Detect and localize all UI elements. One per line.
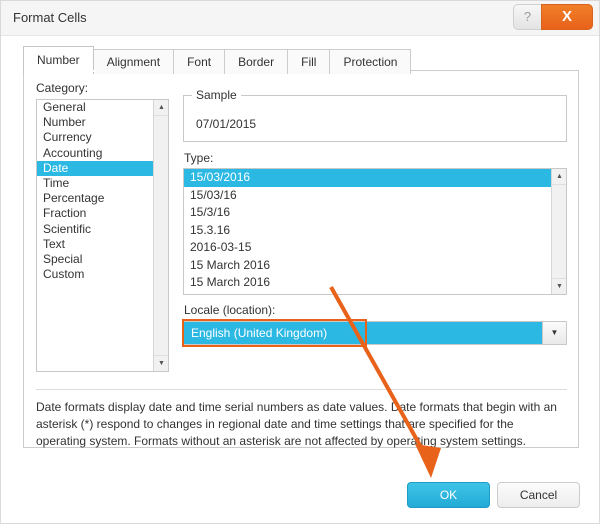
category-list: General Number Currency Accounting Date … (37, 100, 154, 282)
list-item-selected[interactable]: Date (37, 160, 154, 176)
scroll-up-icon[interactable]: ▲ (552, 169, 566, 185)
scroll-up-icon[interactable]: ▲ (154, 100, 168, 116)
sample-value: 07/01/2015 (196, 117, 257, 131)
list-item[interactable]: Text (37, 237, 154, 252)
type-item[interactable]: 15.3.16 (184, 222, 552, 240)
divider (36, 389, 567, 390)
tab-alignment[interactable]: Alignment (92, 49, 175, 74)
type-list: 15/03/2016 15/03/16 15/3/16 15.3.16 2016… (184, 169, 552, 292)
type-scrollbar[interactable]: ▲ ▼ (551, 169, 566, 294)
type-label: Type: (184, 151, 214, 165)
cancel-button[interactable]: Cancel (497, 482, 580, 508)
list-item[interactable]: Number (37, 115, 154, 130)
list-item[interactable]: Special (37, 252, 154, 267)
tab-border[interactable]: Border (224, 49, 289, 74)
title-bar: Format Cells ? X (1, 1, 599, 36)
tab-font[interactable]: Font (173, 49, 226, 74)
list-item[interactable]: Time (37, 176, 154, 191)
list-item[interactable]: Currency (37, 130, 154, 145)
type-item[interactable]: 2016-03-15 (184, 239, 552, 257)
locale-label: Locale (location): (184, 303, 276, 317)
type-item[interactable]: 15 March 2016 (184, 257, 552, 275)
category-label: Category: (36, 81, 89, 95)
page-title: Format Cells (13, 10, 87, 25)
description-text: Date formats display date and time seria… (36, 400, 557, 448)
scroll-down-icon[interactable]: ▼ (552, 278, 566, 294)
locale-value: English (United Kingdom) (191, 326, 328, 340)
chevron-down-icon[interactable]: ▼ (542, 322, 566, 344)
list-item[interactable]: Fraction (37, 206, 154, 221)
list-item[interactable]: Percentage (37, 191, 154, 206)
window-controls: ? X (513, 4, 593, 30)
list-item[interactable]: Custom (37, 267, 154, 282)
number-tab-panel: Category: General Number Currency Accoun… (23, 70, 579, 448)
format-cells-dialog: Format Cells ? X Number Alignment Font B… (0, 0, 600, 524)
type-item[interactable]: 15 March 2016 (184, 274, 552, 292)
ok-button[interactable]: OK (407, 482, 490, 508)
type-item-selected[interactable]: 15/03/2016 (184, 169, 552, 187)
sample-legend: Sample (192, 88, 241, 102)
tab-fill[interactable]: Fill (287, 49, 331, 74)
tab-protection[interactable]: Protection (329, 49, 412, 74)
list-item[interactable]: General (37, 100, 154, 115)
help-icon[interactable]: ? (513, 4, 541, 30)
scroll-down-icon[interactable]: ▼ (154, 355, 168, 371)
type-listbox[interactable]: 15/03/2016 15/03/16 15/3/16 15.3.16 2016… (183, 168, 567, 295)
list-item[interactable]: Accounting (37, 146, 154, 161)
type-item[interactable]: 15/03/16 (184, 187, 552, 205)
category-scrollbar[interactable]: ▲ ▼ (153, 100, 168, 371)
list-item[interactable]: Scientific (37, 222, 154, 237)
tab-active-joint (24, 70, 96, 72)
locale-dropdown[interactable]: English (United Kingdom) ▼ (183, 321, 567, 345)
type-item[interactable]: 15/3/16 (184, 204, 552, 222)
category-listbox[interactable]: General Number Currency Accounting Date … (36, 99, 169, 372)
close-icon[interactable]: X (541, 4, 593, 30)
